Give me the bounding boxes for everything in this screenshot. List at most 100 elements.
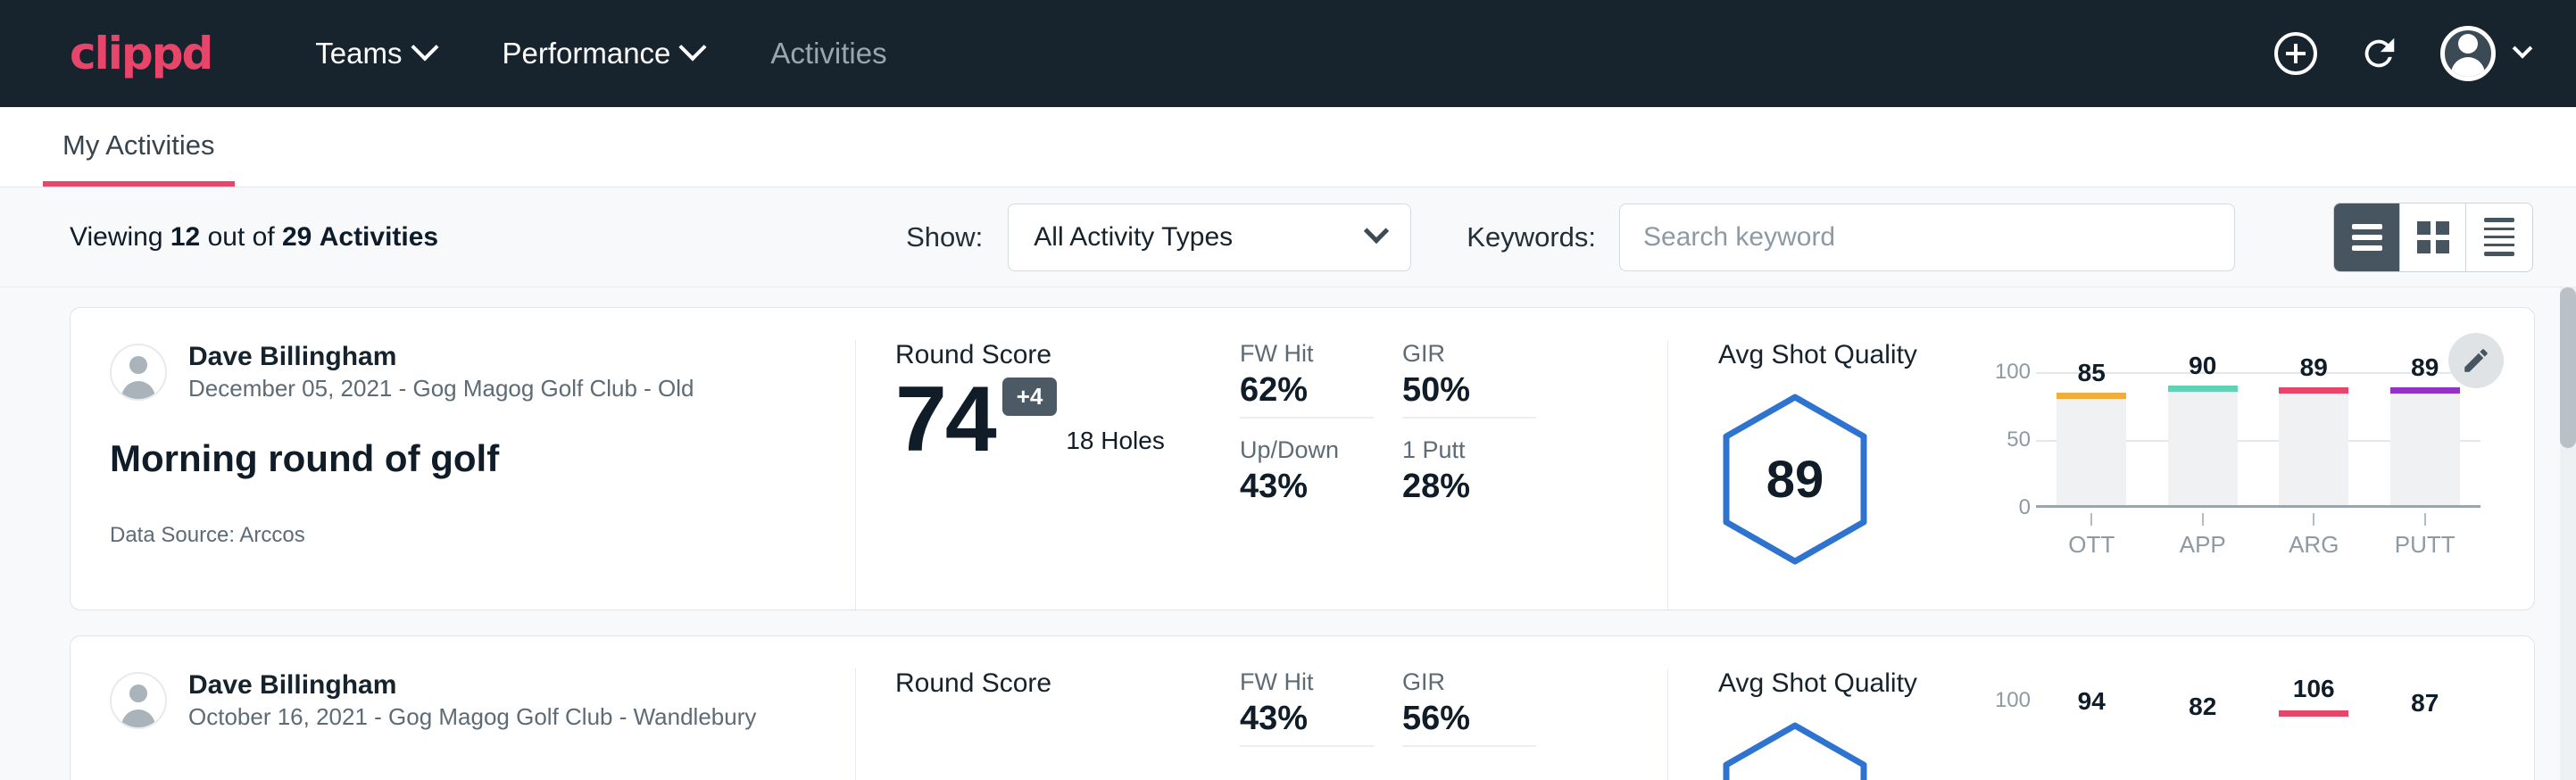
account-avatar-icon[interactable] xyxy=(2440,26,2496,81)
activity-list: Dave Billingham December 05, 2021 - Gog … xyxy=(0,287,2576,780)
activity-type-filter: Show: All Activity Types xyxy=(906,203,1411,271)
x-tick-label: PUTT xyxy=(2390,531,2460,559)
viewing-mid: out of xyxy=(208,222,275,252)
primary-nav: Teams Performance Activities xyxy=(281,37,920,71)
bar-value-label: 87 xyxy=(2390,689,2460,718)
keyword-filter: Keywords: xyxy=(1467,203,2235,271)
activity-summary-column: Dave Billingham December 05, 2021 - Gog … xyxy=(71,340,856,610)
activity-summary-column: Dave Billingham October 16, 2021 - Gog M… xyxy=(71,668,856,780)
bar-column-putt[interactable]: 89 xyxy=(2390,356,2460,505)
keywords-label: Keywords: xyxy=(1467,221,1596,253)
bar-column-ott[interactable]: 94 xyxy=(2057,685,2126,780)
search-input[interactable] xyxy=(1619,203,2235,271)
nav-item-performance[interactable]: Performance xyxy=(469,37,737,71)
view-mode-toggle xyxy=(2333,203,2533,272)
scrollbar-thumb[interactable] xyxy=(2560,287,2576,448)
shot-quality-value: 89 xyxy=(1766,450,1824,510)
chart-bars: 94 82 106 87 xyxy=(2036,685,2480,780)
chart-bars: 85 90 89 89 xyxy=(2036,356,2480,505)
chart-plot-area: 94 82 106 87 xyxy=(2036,685,2480,780)
bar-value-label: 82 xyxy=(2168,693,2238,721)
account-menu[interactable] xyxy=(2440,26,2530,81)
y-tick-100: 100 xyxy=(1995,688,2031,713)
stat-fw-hit: FW Hit 62% xyxy=(1240,340,1374,419)
score-differential-badge: +4 xyxy=(1002,378,1058,416)
avg-shot-quality-column: Avg Shot Quality 100 94 xyxy=(1668,668,2534,780)
bar-value-label: 90 xyxy=(2168,352,2238,380)
bar-column-app[interactable]: 90 xyxy=(2168,356,2238,505)
plus-circle-icon[interactable] xyxy=(2274,32,2317,75)
page-tabbar: My Activities xyxy=(0,107,2576,187)
round-score-column: Round Score 74 +4 18 Holes xyxy=(856,340,1240,610)
stat-value: 50% xyxy=(1402,371,1536,410)
author-name: Dave Billingham xyxy=(188,340,694,374)
activity-type-select-value: All Activity Types xyxy=(1034,222,1367,253)
round-score-label: Round Score xyxy=(895,340,1213,370)
stat-fw-hit: FW Hit 43% xyxy=(1240,668,1374,747)
bar-column-arg[interactable]: 89 xyxy=(2279,356,2348,505)
round-score-value: 74 xyxy=(895,376,995,464)
view-mode-grid-button[interactable] xyxy=(2400,203,2466,271)
viewing-total: 29 xyxy=(282,222,312,252)
avg-shot-quality-column: Avg Shot Quality 89 100 50 0 xyxy=(1668,340,2534,610)
nav-item-teams-label: Teams xyxy=(315,37,402,71)
view-mode-list-button[interactable] xyxy=(2334,203,2400,271)
pencil-icon xyxy=(2461,345,2491,376)
stat-label: FW Hit xyxy=(1240,668,1374,696)
shot-quality-hexagon: 89 xyxy=(1718,392,1872,567)
chevron-down-icon xyxy=(411,33,438,61)
round-stats-column: FW Hit 62% GIR 50% Up/Down 43% 1 Putt 28… xyxy=(1240,340,1668,610)
bar-value-label: 94 xyxy=(2057,687,2126,716)
edit-activity-button[interactable] xyxy=(2448,333,2504,388)
bar-column-app[interactable]: 82 xyxy=(2168,685,2238,780)
holes-count: 18 Holes xyxy=(1066,427,1165,455)
bar-value-label: 85 xyxy=(2057,359,2126,387)
view-mode-compact-button[interactable] xyxy=(2466,203,2532,271)
x-tick-label: ARG xyxy=(2279,531,2348,559)
chart-x-axis: OTT APP ARG PUTT xyxy=(2036,508,2480,559)
nav-item-teams[interactable]: Teams xyxy=(281,37,468,71)
round-score-column: Round Score xyxy=(856,668,1240,780)
viewing-prefix: Viewing xyxy=(70,222,163,252)
viewing-suffix: Activities xyxy=(320,222,438,252)
stat-label: FW Hit xyxy=(1240,340,1374,368)
stat-value: 43% xyxy=(1240,468,1374,506)
stat-gir: GIR 56% xyxy=(1402,668,1536,747)
stat-up-down: Up/Down 43% xyxy=(1240,436,1374,513)
chart-plot-area: 85 90 89 89 xyxy=(2036,356,2480,508)
stat-value: 43% xyxy=(1240,700,1374,738)
chevron-down-icon xyxy=(2513,38,2533,59)
activity-meta: December 05, 2021 - Gog Magog Golf Club … xyxy=(188,374,694,404)
stat-gir: GIR 50% xyxy=(1402,340,1536,419)
bar-column-ott[interactable]: 85 xyxy=(2057,356,2126,505)
bar-column-putt[interactable]: 87 xyxy=(2390,685,2460,780)
avatar xyxy=(110,672,167,729)
y-tick-50: 50 xyxy=(2007,427,2031,452)
bar-value-label: 106 xyxy=(2279,675,2348,703)
refresh-icon[interactable] xyxy=(2358,33,2399,74)
stat-label: GIR xyxy=(1402,340,1536,368)
activity-card[interactable]: Dave Billingham October 16, 2021 - Gog M… xyxy=(70,635,2535,780)
stat-label: Up/Down xyxy=(1240,436,1374,464)
brand-logo[interactable]: clippd xyxy=(70,31,212,76)
nav-item-activities[interactable]: Activities xyxy=(736,37,920,71)
bar-column-arg[interactable]: 106 xyxy=(2279,685,2348,780)
top-navigation-bar: clippd Teams Performance Activities xyxy=(0,0,2576,107)
tab-my-activities[interactable]: My Activities xyxy=(43,129,235,187)
nav-item-performance-label: Performance xyxy=(503,37,671,71)
nav-actions xyxy=(2274,26,2530,81)
avg-shot-quality-label: Avg Shot Quality xyxy=(1718,668,1986,699)
filter-toolbar: Viewing 12 out of 29 Activities Show: Al… xyxy=(0,187,2576,287)
shot-quality-hexagon xyxy=(1718,720,1872,780)
activity-type-select[interactable]: All Activity Types xyxy=(1008,203,1411,271)
y-tick-0: 0 xyxy=(2019,495,2031,520)
activity-author: Dave Billingham December 05, 2021 - Gog … xyxy=(110,340,819,403)
activity-card[interactable]: Dave Billingham December 05, 2021 - Gog … xyxy=(70,307,2535,610)
page-scrollbar[interactable] xyxy=(2560,287,2576,780)
viewing-count-text: Viewing 12 out of 29 Activities xyxy=(70,222,438,253)
stat-value: 62% xyxy=(1240,371,1374,410)
x-tick-label: OTT xyxy=(2057,531,2126,559)
author-name: Dave Billingham xyxy=(188,668,756,702)
chevron-down-icon xyxy=(679,33,707,61)
avg-shot-quality-label: Avg Shot Quality xyxy=(1718,340,1986,370)
